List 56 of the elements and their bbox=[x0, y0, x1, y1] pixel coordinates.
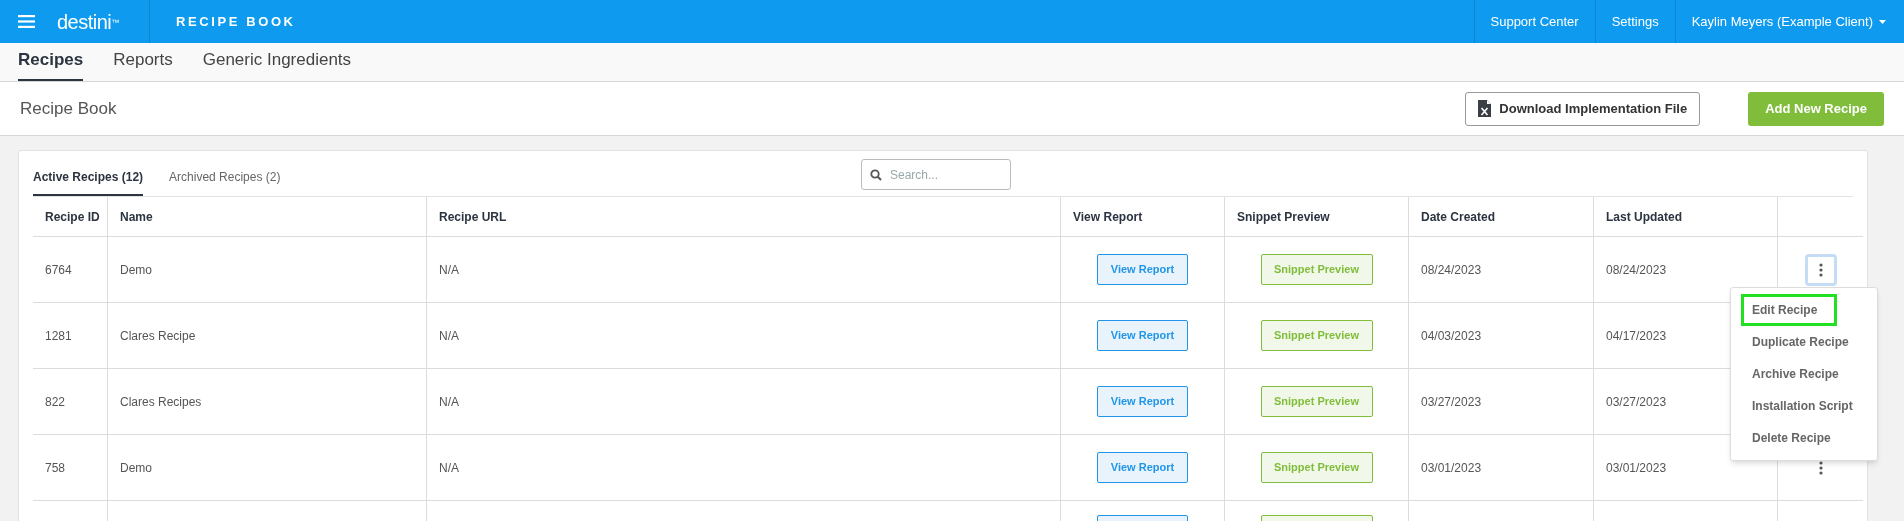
menu-icon[interactable] bbox=[18, 15, 35, 28]
table-cell-text: 03/27/2023 bbox=[1606, 393, 1667, 411]
menu-item[interactable]: Installation Script bbox=[1741, 390, 1867, 422]
page-title: Recipe Book bbox=[20, 97, 117, 120]
view-report-button[interactable]: View Report bbox=[1097, 386, 1188, 417]
table-cell-text: 04/03/2023 bbox=[1421, 327, 1482, 345]
table-cell-text: 822 bbox=[45, 393, 66, 411]
table-cell-text: 08/24/2023 bbox=[1421, 261, 1482, 279]
table-cell-text: 08/24/2023 bbox=[1606, 261, 1667, 279]
snippet-preview-button[interactable]: Snippet Preview bbox=[1260, 386, 1373, 417]
nav-tab[interactable]: Generic Ingredients bbox=[202, 47, 352, 81]
column-header: Recipe ID bbox=[45, 208, 100, 226]
table-cell-text: Demo bbox=[120, 261, 152, 279]
table-cell-text: 1281 bbox=[45, 327, 72, 345]
more-options-button[interactable] bbox=[1804, 253, 1837, 286]
column-header: Recipe URL bbox=[439, 208, 507, 226]
search-field[interactable]: Search... bbox=[861, 159, 1011, 190]
vertical-dots-icon bbox=[1818, 262, 1823, 277]
view-report-button[interactable]: View Report bbox=[1097, 320, 1188, 351]
search-icon bbox=[870, 169, 882, 181]
table-cell-text: 6764 bbox=[45, 261, 72, 279]
table-cell-text: Demo bbox=[120, 459, 152, 477]
excel-file-icon bbox=[1478, 100, 1492, 117]
snippet-preview-button[interactable]: Snippet Preview bbox=[1260, 254, 1373, 285]
column-header: Name bbox=[120, 208, 153, 226]
view-report-button[interactable]: View Report bbox=[1097, 452, 1188, 483]
table-cell-text: N/A bbox=[439, 459, 459, 477]
view-report-button[interactable]: View Report bbox=[1097, 254, 1188, 285]
list-tab[interactable]: Archived Recipes (2) bbox=[169, 160, 281, 196]
nav-tab[interactable]: Reports bbox=[113, 47, 173, 81]
table-cell-text: 03/27/2023 bbox=[1421, 393, 1482, 411]
column-header: Snippet Preview bbox=[1237, 208, 1330, 226]
destini-logo[interactable]: destini$^{™}$ bbox=[57, 6, 119, 37]
list-tab[interactable]: Active Recipes (12) bbox=[33, 160, 144, 196]
add-recipe-button[interactable]: Add New Recipe bbox=[1748, 91, 1884, 126]
menu-item[interactable]: Delete Recipe bbox=[1741, 422, 1867, 454]
menu-item[interactable]: Duplicate Recipe bbox=[1741, 326, 1867, 358]
table-cell-text: 03/01/2023 bbox=[1606, 459, 1667, 477]
table-cell-text: Clares Recipes bbox=[120, 393, 202, 411]
download-button[interactable]: Download Implementation File bbox=[1465, 91, 1701, 126]
table-cell-text: N/A bbox=[439, 327, 459, 345]
caret-icon bbox=[1879, 19, 1886, 24]
table-cell-text: Clares Recipe bbox=[120, 327, 196, 345]
app-title: RECIPE BOOK bbox=[176, 12, 296, 31]
table-cell-text: N/A bbox=[439, 393, 459, 411]
table-cell-text: 04/17/2023 bbox=[1606, 327, 1667, 345]
column-header: Date Created bbox=[1421, 208, 1496, 226]
snippet-preview-button[interactable]: Snippet Preview bbox=[1260, 452, 1373, 483]
column-header: View Report bbox=[1073, 208, 1143, 226]
table-cell-text: 03/01/2023 bbox=[1421, 459, 1482, 477]
column-header: Last Updated bbox=[1606, 208, 1682, 226]
table-cell-text: 758 bbox=[45, 459, 66, 477]
table-cell-text: N/A bbox=[439, 261, 459, 279]
menu-item[interactable]: Edit Recipe bbox=[1741, 294, 1837, 326]
menu-item[interactable]: Archive Recipe bbox=[1741, 358, 1867, 390]
snippet-preview-button[interactable]: Snippet Preview bbox=[1260, 320, 1373, 351]
